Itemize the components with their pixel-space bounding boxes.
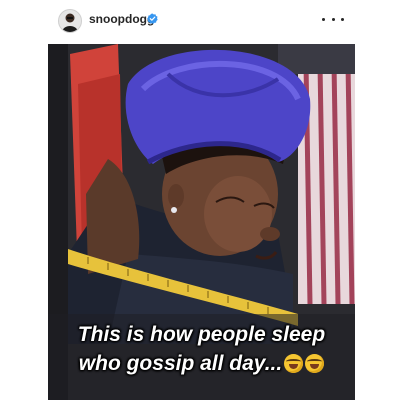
username[interactable]: snoopdogg xyxy=(89,12,154,26)
more-dot xyxy=(322,17,325,21)
caption-line-2: who gossip all day... xyxy=(48,349,355,378)
post-image[interactable]: This is how people sleep who gossip all … xyxy=(48,44,355,400)
profile-avatar[interactable] xyxy=(58,9,82,33)
caption-line-2-text: who gossip all day... xyxy=(78,352,283,375)
post-header: snoopdogg xyxy=(0,0,400,44)
caption-line-1: This is how people sleep xyxy=(77,323,326,346)
more-dot xyxy=(331,17,335,21)
tears-of-joy-emoji-icon xyxy=(284,354,304,373)
avatar-image xyxy=(59,10,81,32)
more-dot xyxy=(341,17,344,21)
tears-of-joy-emoji-icon xyxy=(305,354,325,373)
verified-badge-icon xyxy=(147,13,158,24)
meme-caption: This is how people sleep who gossip all … xyxy=(48,320,355,378)
more-options-icon[interactable] xyxy=(322,11,344,27)
